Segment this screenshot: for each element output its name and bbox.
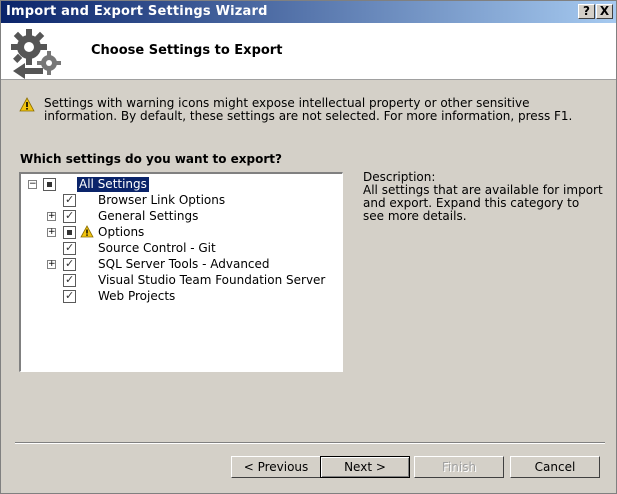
expand-expander[interactable]: + [47,260,56,269]
collapse-expander[interactable]: − [28,180,37,189]
button-separator [15,442,605,444]
item-label[interactable]: General Settings [98,209,198,224]
item-label[interactable]: Options [98,225,144,240]
expand-expander[interactable]: + [47,212,56,221]
wizard-window: Import and Export Settings Wizard ? X Ch… [0,0,617,494]
tree-item[interactable]: + General Settings [21,208,341,224]
item-label[interactable]: Source Control - Git [98,241,216,256]
tree-root-row[interactable]: − All Settings [21,176,341,192]
tree-item[interactable]: Source Control - Git [21,240,341,256]
tree-item[interactable]: + SQL Server Tools - Advanced [21,256,341,272]
help-button[interactable]: ? [578,4,595,19]
tree-item[interactable]: Visual Studio Team Foundation Server [21,272,341,288]
item-checkbox[interactable] [63,241,76,255]
finish-button[interactable]: Finish [414,456,504,478]
item-checkbox[interactable] [63,193,76,207]
settings-tree[interactable]: − All Settings Browser Link Options + Ge… [19,172,343,372]
warning-icon [80,225,94,238]
settings-gears-icon [11,29,61,79]
wizard-header: Choose Settings to Export [1,23,616,80]
next-button[interactable]: Next > [320,456,410,478]
item-label[interactable]: SQL Server Tools - Advanced [98,257,270,272]
export-question: Which settings do you want to export? [20,152,282,166]
warning-text: Settings with warning icons might expose… [44,96,573,123]
item-label[interactable]: Visual Studio Team Foundation Server [98,273,325,288]
title-bar: Import and Export Settings Wizard ? X [1,1,616,23]
all-settings-checkbox[interactable] [43,178,56,191]
item-checkbox[interactable] [63,257,76,271]
item-label[interactable]: Web Projects [98,289,175,304]
previous-button[interactable]: < Previous [231,456,321,478]
item-checkbox[interactable] [63,273,76,287]
window-title: Import and Export Settings Wizard [6,4,268,19]
expand-expander[interactable]: + [47,228,56,237]
all-settings-label[interactable]: All Settings [77,177,149,192]
close-button[interactable]: X [596,4,613,19]
item-checkbox[interactable] [63,289,76,303]
cancel-button[interactable]: Cancel [510,456,600,478]
page-heading: Choose Settings to Export [91,43,283,58]
warning-icon [19,97,35,112]
description-panel: Description: All settings that are avail… [363,171,603,223]
item-label[interactable]: Browser Link Options [98,193,225,208]
tree-item[interactable]: Web Projects [21,288,341,304]
tree-item[interactable]: + Options [21,224,341,240]
tree-item[interactable]: Browser Link Options [21,192,341,208]
description-text: All settings that are available for impo… [363,183,603,223]
item-checkbox[interactable] [63,226,76,239]
item-checkbox[interactable] [63,209,76,223]
